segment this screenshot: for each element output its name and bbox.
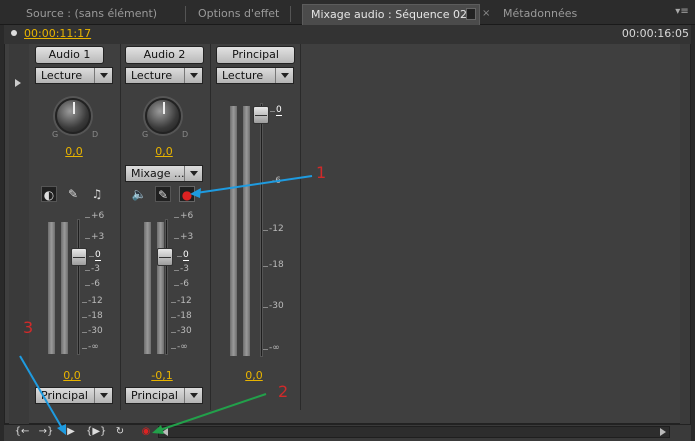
annotation-arrowhead-2 [152,425,164,434]
annotation-label-2: 2 [278,382,289,401]
annotation-arrow-1 [195,175,313,194]
annotation-arrowhead-1 [190,188,201,198]
annotation-label-1: 1 [316,163,327,182]
annotation-overlay [19,175,313,435]
annotation-arrow-2 [159,393,267,431]
annotation-arrow-3 [19,355,63,429]
annotation-label-3: 3 [23,318,34,337]
